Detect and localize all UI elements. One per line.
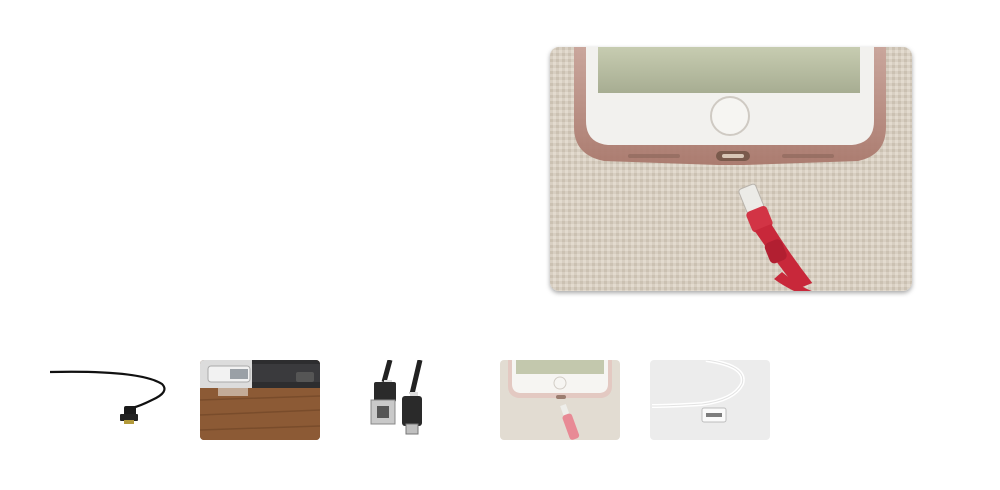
thumbnail-2[interactable] — [200, 360, 320, 440]
main-product-image[interactable] — [550, 47, 912, 291]
phone-charging-lightning-photo — [550, 47, 912, 291]
phone-charging-lightning-photo — [500, 360, 620, 440]
product-gallery — [0, 0, 1000, 490]
thumbnail-4[interactable] — [500, 360, 620, 440]
black-usb-cable-photo — [50, 360, 170, 440]
white-apple-cable-photo — [650, 360, 770, 440]
usb-to-micro-usb-cable-photo — [350, 360, 470, 440]
thumbnail-1[interactable] — [50, 360, 170, 440]
thumbnail-5[interactable] — [650, 360, 770, 440]
thumbnail-3[interactable] — [350, 360, 470, 440]
usb-plug-laptop-photo — [200, 360, 320, 440]
